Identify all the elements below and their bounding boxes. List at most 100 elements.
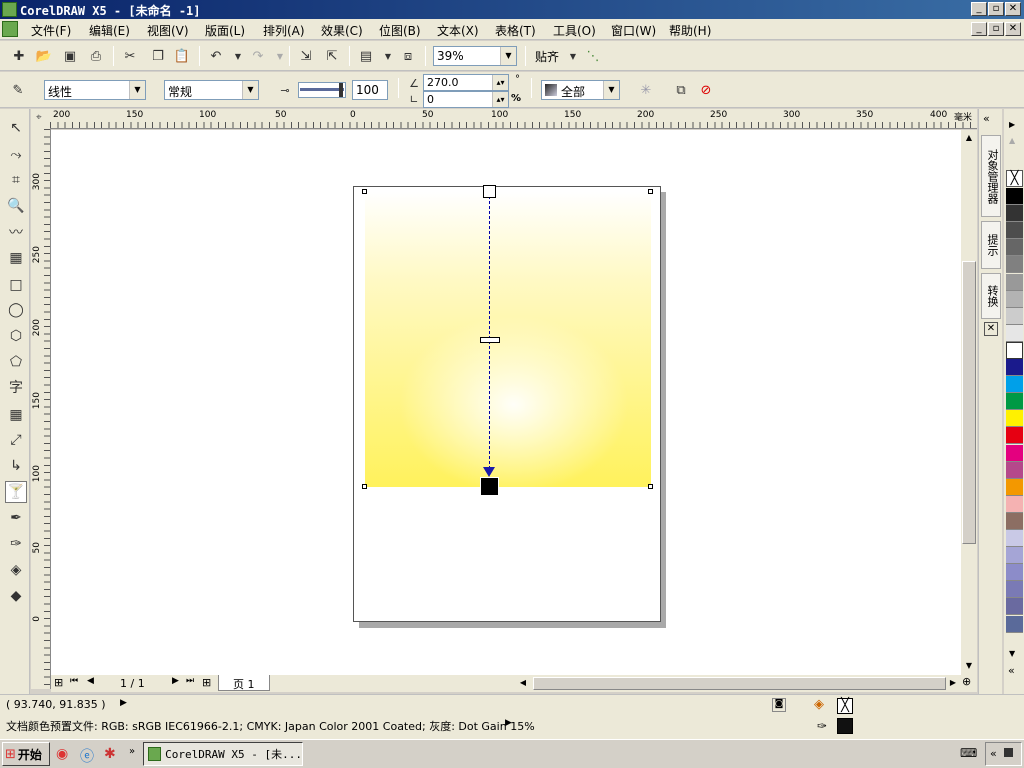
outline-pen-tool-icon[interactable]: ✑ [5, 533, 27, 555]
palette-scroll-down-icon[interactable]: ▼ [1009, 649, 1015, 658]
add-page-after-icon[interactable]: ⊞ [202, 676, 211, 689]
color-swatch[interactable] [1006, 307, 1023, 325]
profile-expand-icon[interactable]: ▶ [505, 718, 512, 728]
first-page-icon[interactable]: ⏮ [70, 676, 78, 686]
color-profile-info[interactable]: 文档颜色预置文件: RGB: sRGB IEC61966-2.1; CMYK: … [6, 718, 535, 734]
opacity-slider[interactable] [298, 82, 346, 98]
angle-input[interactable]: 270.0 ▴▾ [423, 74, 509, 91]
fill-properties-icon[interactable]: ✎ [9, 81, 27, 99]
selection-handle[interactable] [648, 484, 653, 489]
docker-collapse-icon[interactable]: « [983, 112, 990, 125]
crop-tool-icon[interactable]: ⌗ [5, 169, 27, 191]
menu-effects[interactable]: 效果(C) [321, 22, 363, 39]
page-tab[interactable]: 页 1 [218, 675, 270, 691]
color-swatch[interactable] [1006, 427, 1023, 445]
status-expand-icon[interactable]: ▶ [120, 698, 127, 708]
menu-table[interactable]: 表格(T) [495, 22, 536, 39]
vertical-scroll-thumb[interactable] [962, 261, 976, 544]
color-swatch[interactable] [1006, 512, 1023, 530]
vertical-scrollbar[interactable]: ▲ ▼ [961, 130, 977, 675]
quicklaunch-overflow-icon[interactable]: » [129, 746, 135, 757]
transparency-midpoint-slider[interactable] [480, 337, 500, 343]
menu-file[interactable]: 文件(F) [31, 22, 71, 39]
color-swatch[interactable] [1006, 547, 1023, 565]
last-page-icon[interactable]: ⏭ [186, 676, 194, 686]
color-swatch[interactable] [1006, 393, 1023, 411]
color-swatch[interactable] [1006, 205, 1023, 223]
smart-fill-tool-icon[interactable]: ▦ [5, 247, 27, 269]
vertical-ruler[interactable]: 300 250 200 150 100 50 0 [31, 129, 51, 689]
color-swatch[interactable] [1006, 341, 1023, 359]
docker-tab-transform[interactable]: 转换 [981, 273, 1001, 319]
document-icon[interactable] [2, 21, 18, 37]
spinner-icon[interactable]: ▴▾ [492, 75, 508, 90]
keyboard-tray-icon[interactable]: ⌨ [960, 746, 977, 760]
dimension-tool-icon[interactable]: ⤢ [5, 429, 27, 451]
text-tool-icon[interactable]: 字 [5, 376, 27, 398]
color-swatch[interactable] [1006, 564, 1023, 582]
color-swatch[interactable] [1006, 598, 1023, 616]
menu-view[interactable]: 视图(V) [147, 22, 189, 39]
selection-handle[interactable] [362, 189, 367, 194]
menu-text[interactable]: 文本(X) [437, 22, 479, 39]
apply-to-select[interactable]: 全部 ▼ [541, 80, 620, 100]
doc-minimize-button[interactable]: _ [971, 22, 987, 36]
fill-mode-select[interactable]: 常规 ▼ [164, 80, 259, 100]
color-swatch[interactable] [1006, 495, 1023, 513]
add-page-before-icon[interactable]: ⊞ [54, 676, 63, 689]
copy-icon[interactable]: ❐ [149, 47, 167, 65]
snap-to-button[interactable]: 贴齐 [535, 48, 559, 65]
outline-color-swatch[interactable] [837, 718, 853, 734]
pick-tool-icon[interactable]: ↖ [5, 117, 27, 139]
export-icon[interactable]: ⇱ [323, 47, 341, 65]
palette-scroll-up-icon[interactable]: ▲ [1009, 136, 1015, 145]
tray-expand-icon[interactable]: « [990, 747, 997, 760]
color-swatch[interactable] [1006, 256, 1023, 274]
shape-tool-icon[interactable]: ⤳ [5, 144, 27, 166]
interactive-fill-tool-icon[interactable]: ◆ [5, 585, 27, 607]
close-button[interactable]: ✕ [1005, 2, 1021, 16]
scroll-left-icon[interactable]: ◀ [516, 676, 530, 690]
rectangle-tool-icon[interactable]: □ [5, 274, 27, 296]
new-document-icon[interactable]: ✚ [10, 47, 28, 65]
restore-button[interactable]: ▫ [988, 2, 1004, 16]
palette-scroll-up-icon[interactable]: ▶ [1009, 120, 1015, 129]
fill-tool-icon[interactable]: ◈ [5, 559, 27, 581]
no-color-swatch[interactable]: ╳ [1006, 170, 1023, 187]
taskbar-coreldraw-task[interactable]: CorelDRAW X5 - [未... [143, 742, 303, 766]
ellipse-tool-icon[interactable]: ◯ [5, 299, 27, 321]
coreldraw-app-icon[interactable] [2, 2, 17, 17]
color-swatch[interactable] [1006, 273, 1023, 291]
menu-bitmaps[interactable]: 位图(B) [379, 22, 421, 39]
minimize-button[interactable]: _ [971, 2, 987, 16]
launcher-dropdown-icon[interactable]: ▼ [379, 47, 397, 65]
save-icon[interactable]: ▣ [61, 47, 79, 65]
color-swatch[interactable] [1006, 188, 1023, 205]
zoom-tool-icon[interactable]: 🔍 [5, 195, 27, 217]
freehand-tool-icon[interactable]: 〰 [5, 221, 27, 243]
ruler-origin[interactable]: ⌖ [31, 109, 50, 129]
ie-quicklaunch-icon[interactable]: ⓔ [80, 746, 94, 766]
transparency-end-handle[interactable] [480, 477, 499, 496]
opacity-input[interactable]: 100 [352, 80, 388, 100]
start-button[interactable]: ⊞ 开始 [2, 742, 50, 766]
previous-page-icon[interactable]: ◀ [87, 676, 94, 686]
app-quicklaunch-icon[interactable]: ✱ [104, 746, 116, 762]
color-swatch[interactable] [1006, 222, 1023, 240]
spinner-icon[interactable]: ▴▾ [492, 92, 508, 107]
connector-tool-icon[interactable]: ↳ [5, 455, 27, 477]
docker-tab-hints[interactable]: 提示 [981, 221, 1001, 269]
horizontal-ruler[interactable]: 200 150 100 50 0 50 100 150 200 250 300 … [50, 109, 977, 129]
eyedropper-tool-icon[interactable]: ✒ [5, 507, 27, 529]
docker-tab-object-manager[interactable]: 对象管理器 [981, 135, 1001, 217]
next-page-icon[interactable]: ▶ [172, 676, 179, 686]
zoom-level-select[interactable]: 39% ▼ [433, 46, 517, 66]
fill-color-none-swatch[interactable]: ╳ [837, 698, 853, 714]
menu-arrange[interactable]: 排列(A) [263, 22, 305, 39]
menu-edit[interactable]: 编辑(E) [89, 22, 130, 39]
import-icon[interactable]: ⇲ [297, 47, 315, 65]
cut-icon[interactable]: ✂ [121, 47, 139, 65]
snap-dropdown-icon[interactable]: ▼ [564, 47, 582, 65]
table-tool-icon[interactable]: ▦ [5, 404, 27, 426]
color-swatch[interactable] [1006, 324, 1023, 342]
